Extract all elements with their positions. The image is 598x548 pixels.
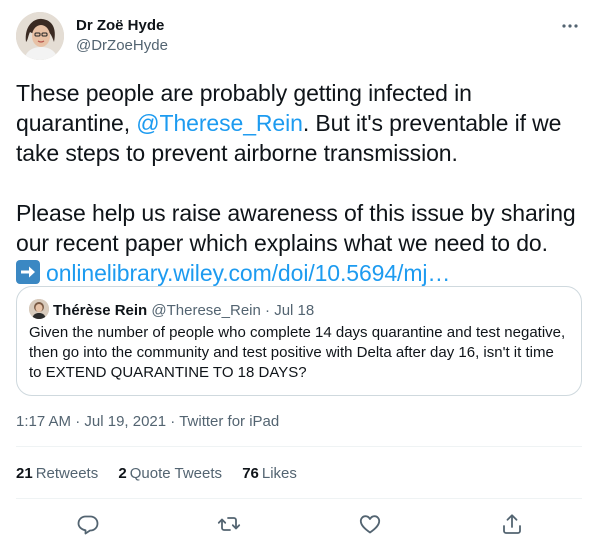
quoted-author-handle: @Therese_Rein (151, 302, 261, 319)
quote-tweets-label: Quote Tweets (129, 465, 223, 482)
retweets-label: Retweets (35, 465, 99, 482)
tweet-source[interactable]: Twitter for iPad (179, 413, 279, 430)
reply-icon[interactable] (74, 510, 102, 538)
tweet-paragraph-1: These people are probably getting infect… (16, 78, 582, 168)
meta-separator: · (170, 413, 176, 430)
tweet-time[interactable]: 1:17 AM (16, 413, 71, 430)
quoted-tweet[interactable]: Thérèse Rein @Therese_Rein · Jul 18 Give… (16, 286, 582, 396)
author-handle[interactable]: @DrZoeHyde (76, 36, 168, 56)
quote-tweets-stat[interactable]: 2 Quote Tweets (118, 464, 222, 484)
divider (16, 498, 582, 499)
quoted-author-avatar (29, 299, 49, 319)
quote-tweets-count: 2 (118, 465, 127, 482)
likes-stat[interactable]: 76 Likes (242, 464, 297, 484)
share-icon[interactable] (498, 510, 526, 538)
retweets-count: 21 (16, 465, 33, 482)
mention-link[interactable]: @Therese_Rein (136, 110, 303, 136)
likes-count: 76 (242, 465, 259, 482)
tweet-paragraph-3: onlinelibrary.wiley.com/doi/10.5694/mj… (16, 258, 582, 288)
tweet-text: These people are probably getting infect… (16, 78, 582, 288)
author-name[interactable]: Dr Zoë Hyde (76, 16, 168, 36)
tweet-date[interactable]: Jul 19, 2021 (84, 413, 166, 430)
tweet-paragraph-2: Please help us raise awareness of this i… (16, 198, 582, 258)
tweet-stats: 21 Retweets 2 Quote Tweets 76 Likes (16, 464, 313, 484)
divider (16, 446, 582, 447)
quoted-separator: · (265, 302, 271, 319)
right-arrow-emoji-icon (16, 260, 40, 284)
tweet-header: Dr Zoë Hyde @DrZoeHyde (16, 12, 582, 64)
quoted-date: Jul 18 (274, 302, 315, 319)
retweets-stat[interactable]: 21 Retweets (16, 464, 98, 484)
quoted-tweet-header: Thérèse Rein @Therese_Rein · Jul 18 (29, 299, 314, 319)
quoted-author-name: Thérèse Rein (53, 302, 148, 319)
tweet-metadata: 1:17 AM · Jul 19, 2021 · Twitter for iPa… (16, 412, 279, 432)
retweet-icon[interactable] (215, 510, 243, 538)
tweet-text-part: Please help us raise awareness of this i… (16, 200, 576, 256)
paper-link[interactable]: onlinelibrary.wiley.com/doi/10.5694/mj… (46, 260, 450, 286)
like-icon[interactable] (356, 510, 384, 538)
quoted-tweet-text: Given the number of people who complete … (29, 324, 566, 381)
meta-separator: · (75, 413, 81, 430)
likes-label: Likes (261, 465, 297, 482)
author-avatar[interactable] (16, 12, 64, 60)
action-bar (16, 510, 582, 538)
more-horizontal-icon[interactable] (558, 16, 582, 36)
